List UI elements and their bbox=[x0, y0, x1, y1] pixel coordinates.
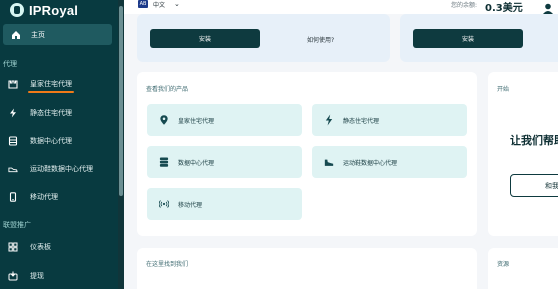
sidebar-section-affiliate: 联盟推广 bbox=[3, 221, 31, 229]
sidebar-item-mobile[interactable]: 移动代理 bbox=[8, 189, 58, 205]
signal-icon bbox=[159, 199, 169, 209]
product-label: 静态住宅代理 bbox=[343, 117, 380, 125]
sidebar-item-datacenter[interactable]: 数据中心代理 bbox=[8, 133, 72, 149]
product-card-datacenter[interactable]: 数据中心代理 bbox=[147, 146, 302, 178]
product-label: 运动鞋数据中心代理 bbox=[343, 159, 398, 167]
product-label: 皇家住宅代理 bbox=[178, 117, 215, 125]
start-panel-heading: 让我们帮助 bbox=[510, 134, 558, 147]
sidebar-item-royal-residential[interactable]: 皇家住宅代理 bbox=[8, 76, 72, 92]
withdraw-icon bbox=[8, 271, 18, 281]
product-card-royal-residential[interactable]: 皇家住宅代理 bbox=[147, 104, 302, 136]
find-us-panel bbox=[137, 248, 477, 289]
product-label: 数据中心代理 bbox=[178, 159, 215, 167]
sneaker-icon bbox=[8, 164, 18, 174]
sidebar: IPRoyal 主页 代理 皇家住宅代理 静态住宅代理 数据中心代理 运动鞋数据… bbox=[0, 0, 118, 289]
product-label: 移动代理 bbox=[178, 201, 203, 209]
mobile-icon bbox=[8, 192, 18, 202]
resources-panel bbox=[488, 248, 558, 289]
product-card-mobile[interactable]: 移动代理 bbox=[147, 188, 302, 220]
start-panel-title: 开始 bbox=[497, 86, 510, 93]
sidebar-item-label: 仪表板 bbox=[30, 243, 51, 251]
sidebar-item-label: 主页 bbox=[31, 30, 45, 39]
product-card-static-residential[interactable]: 静态住宅代理 bbox=[312, 104, 467, 136]
sidebar-item-label: 移动代理 bbox=[30, 193, 58, 201]
sidebar-item-sneaker-datacenter[interactable]: 运动鞋数据中心代理 bbox=[8, 161, 93, 177]
chevron-down-icon[interactable]: ⌄ bbox=[174, 0, 180, 8]
bolt-icon bbox=[324, 114, 334, 126]
language-selector[interactable]: 中文 bbox=[153, 0, 165, 9]
start-panel-button[interactable]: 和我 bbox=[510, 174, 558, 197]
how-to-use-link[interactable]: 如何使用? bbox=[307, 35, 334, 44]
database-icon bbox=[159, 157, 169, 167]
sidebar-item-label: 皇家住宅代理 bbox=[30, 80, 72, 88]
bolt-icon bbox=[8, 108, 18, 118]
sidebar-scrollbar[interactable] bbox=[118, 0, 124, 289]
sidebar-item-dashboard[interactable]: 仪表板 bbox=[8, 239, 51, 255]
sneaker-icon bbox=[324, 157, 334, 167]
scrollbar-thumb[interactable] bbox=[119, 6, 123, 196]
sidebar-item-label: 运动鞋数据中心代理 bbox=[30, 165, 93, 173]
logo[interactable]: IPRoyal bbox=[10, 0, 78, 20]
find-us-title: 在这里找到我们 bbox=[146, 261, 189, 268]
product-card-sneaker-datacenter[interactable]: 运动鞋数据中心代理 bbox=[312, 146, 467, 178]
sidebar-item-label: 数据中心代理 bbox=[30, 137, 72, 145]
home-icon bbox=[11, 30, 21, 40]
logo-text: IPRoyal bbox=[29, 2, 79, 18]
balance-value: 0.3美元 bbox=[485, 3, 523, 14]
castle-icon bbox=[8, 79, 18, 89]
sidebar-item-home[interactable]: 主页 bbox=[3, 24, 112, 45]
sidebar-item-label: 静态住宅代理 bbox=[30, 109, 72, 117]
sidebar-item-withdraw[interactable]: 提现 bbox=[8, 268, 44, 284]
sidebar-item-static-residential[interactable]: 静态住宅代理 bbox=[8, 105, 72, 121]
server-icon bbox=[8, 136, 18, 146]
start-panel bbox=[488, 72, 558, 236]
install-button[interactable]: 安装 bbox=[150, 29, 260, 48]
active-item-underline bbox=[28, 91, 74, 93]
install-button-2[interactable]: 安装 bbox=[413, 29, 523, 48]
resources-title: 资源 bbox=[497, 261, 510, 268]
sidebar-item-label: 提现 bbox=[30, 272, 44, 280]
dashboard-icon bbox=[8, 242, 18, 252]
language-flag-icon[interactable]: AB bbox=[138, 0, 148, 8]
logo-icon bbox=[10, 3, 24, 17]
products-panel-title: 查看我们的产品 bbox=[146, 86, 189, 93]
map-pin-icon bbox=[159, 115, 169, 125]
balance-label: 您的余额: bbox=[451, 2, 478, 9]
sidebar-section-proxy: 代理 bbox=[3, 60, 17, 68]
